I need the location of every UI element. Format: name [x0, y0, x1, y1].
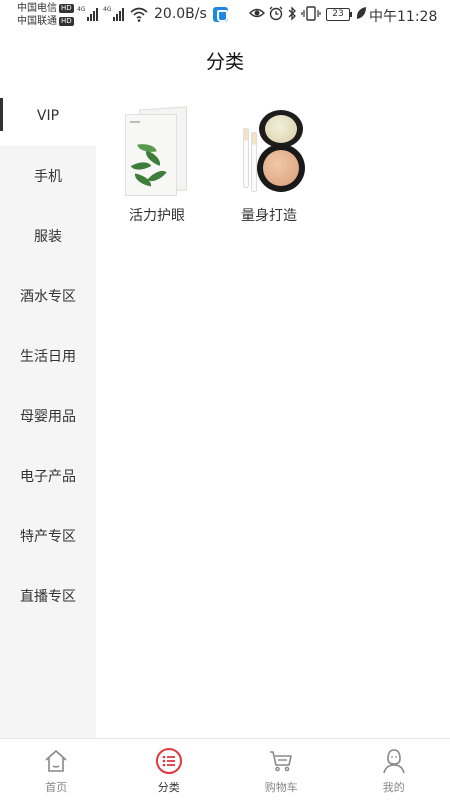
- category-content: 活力护眼 量身打造: [96, 86, 450, 738]
- sidebar-item-baby[interactable]: 母婴用品: [0, 386, 96, 446]
- category-sidebar: VIP 手机 服装 酒水专区 生活日用 母婴用品 电子产品 特产专区 直播专区: [0, 86, 96, 738]
- vibrate-icon: [301, 6, 321, 21]
- signal-icon-2: 4G: [103, 6, 125, 21]
- nav-cart-label: 购物车: [264, 781, 298, 794]
- hd-badge-1: HD: [59, 4, 74, 13]
- sidebar-item-label: 手机: [34, 169, 62, 185]
- header: 分类: [0, 34, 450, 86]
- status-bar: 中国电信 HD 中国联通 HD 4G 4G 20.0B/s 23 中午11:28: [0, 0, 450, 34]
- sidebar-item-label: 特产专区: [20, 529, 76, 545]
- sidebar-item-clothing[interactable]: 服装: [0, 206, 96, 266]
- battery-icon: 23: [326, 8, 352, 21]
- nav-cart[interactable]: 购物车: [225, 739, 338, 800]
- network-speed: 20.0B/s: [154, 6, 207, 22]
- security-app-icon: [213, 7, 228, 22]
- page-title: 分类: [205, 50, 244, 73]
- leaf-icon: [356, 7, 366, 19]
- carrier-2: 中国联通 HD: [17, 16, 74, 27]
- carrier-2-label: 中国联通: [17, 16, 57, 27]
- sidebar-item-label: 母婴用品: [20, 409, 76, 425]
- nav-category-label: 分类: [157, 781, 180, 794]
- sidebar-item-label: 服装: [34, 229, 62, 245]
- sidebar-item-specialties[interactable]: 特产专区: [0, 506, 96, 566]
- sidebar-item-daily-goods[interactable]: 生活日用: [0, 326, 96, 386]
- sidebar-item-label: 电子产品: [20, 469, 76, 485]
- nav-profile-label: 我的: [382, 781, 405, 794]
- bluetooth-icon: [288, 6, 296, 21]
- sidebar-item-phones[interactable]: 手机: [0, 146, 96, 206]
- nav-home[interactable]: 首页: [0, 739, 113, 800]
- sidebar-item-label: 直播专区: [20, 589, 76, 605]
- product-card[interactable]: 活力护眼: [102, 104, 212, 225]
- sidebar-item-drinks[interactable]: 酒水专区: [0, 266, 96, 326]
- carrier-1-label: 中国电信: [17, 3, 57, 14]
- cart-icon: [270, 751, 293, 772]
- carrier-1: 中国电信 HD: [17, 3, 74, 14]
- sidebar-item-livestream[interactable]: 直播专区: [0, 566, 96, 626]
- cushion-compact-image: [229, 104, 309, 196]
- sidebar-item-vip[interactable]: VIP: [0, 86, 96, 146]
- product-card[interactable]: 量身打造: [214, 104, 324, 225]
- sidebar-item-electronics[interactable]: 电子产品: [0, 446, 96, 506]
- signal-icon-1: 4G: [77, 6, 99, 21]
- profile-icon: [382, 749, 405, 774]
- wifi-icon: [130, 7, 148, 22]
- category-icon: [155, 748, 182, 774]
- product-name: 活力护眼: [129, 208, 185, 224]
- eye-icon: [249, 8, 265, 18]
- nav-category[interactable]: 分类: [113, 739, 226, 800]
- network-type-2: 4G: [103, 6, 112, 13]
- sidebar-item-label: VIP: [36, 108, 60, 124]
- product-name: 量身打造: [241, 208, 297, 224]
- sidebar-item-label: 生活日用: [20, 349, 76, 365]
- sidebar-item-label: 酒水专区: [20, 289, 76, 305]
- hd-badge-2: HD: [59, 17, 74, 26]
- nav-profile[interactable]: 我的: [338, 739, 450, 800]
- network-type-1: 4G: [77, 6, 86, 13]
- alarm-icon: [269, 6, 283, 21]
- nav-home-label: 首页: [45, 781, 68, 794]
- clock: 中午11:28: [369, 9, 438, 25]
- eye-mask-pack-image: [117, 104, 197, 196]
- home-icon: [45, 750, 67, 772]
- bottom-nav: 首页 分类 购物车 我的: [0, 738, 450, 800]
